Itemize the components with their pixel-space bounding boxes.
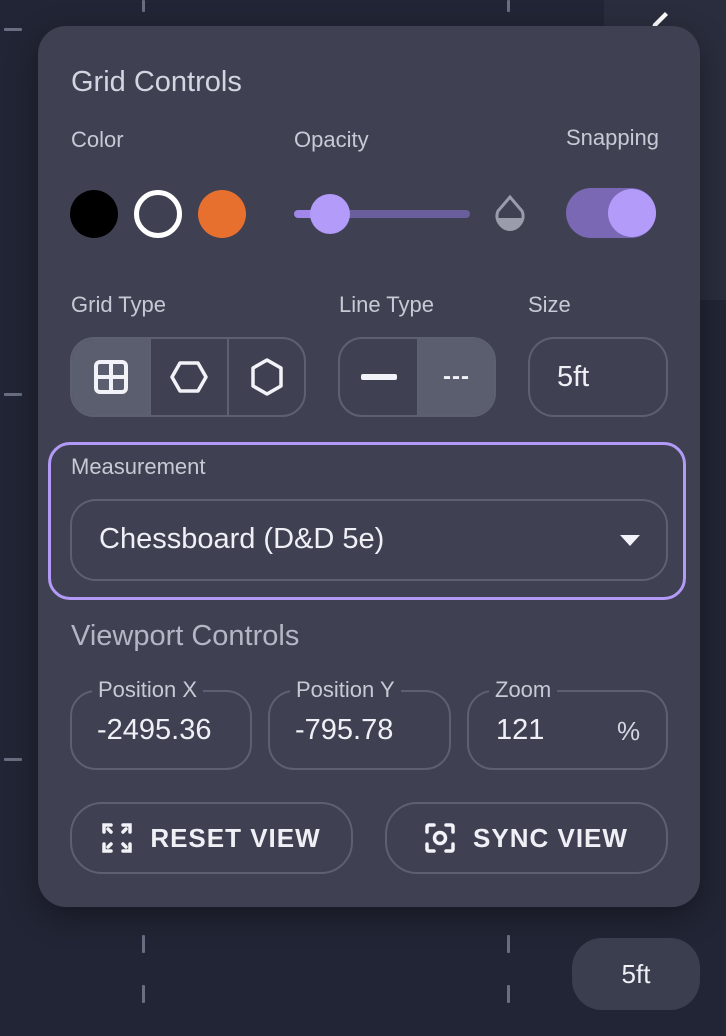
grid-type-selector bbox=[70, 337, 306, 417]
zoom-value: 121 bbox=[496, 714, 545, 746]
opacity-icon bbox=[495, 194, 525, 231]
line-type-solid-button[interactable] bbox=[340, 339, 419, 415]
position-x-label: Position X bbox=[92, 678, 204, 702]
snapping-toggle-thumb[interactable] bbox=[608, 189, 656, 237]
color-swatch-orange[interactable] bbox=[198, 190, 246, 238]
position-x-field[interactable]: -2495.36 bbox=[70, 690, 252, 770]
dashed-line-icon: --- bbox=[443, 363, 470, 390]
grid-size-badge[interactable]: 5ft bbox=[572, 938, 700, 1010]
grid-tick bbox=[142, 985, 145, 1003]
hex-horizontal-icon bbox=[170, 361, 208, 393]
zoom-field[interactable]: 121 % bbox=[467, 690, 668, 770]
snapping-label: Snapping bbox=[566, 125, 659, 150]
zoom-label: Zoom bbox=[489, 678, 558, 702]
grid-tick bbox=[4, 393, 22, 396]
grid-tick bbox=[4, 758, 22, 761]
grid-type-hex-horizontal-button[interactable] bbox=[151, 339, 229, 415]
size-value: 5ft bbox=[557, 361, 590, 393]
square-grid-icon bbox=[93, 360, 128, 394]
measurement-select[interactable]: Chessboard (D&D 5e) bbox=[70, 499, 668, 581]
grid-tick bbox=[507, 0, 510, 12]
line-type-label: Line Type bbox=[339, 292, 435, 317]
fullscreen-icon bbox=[102, 823, 133, 853]
color-swatch-black[interactable] bbox=[70, 190, 118, 238]
size-input[interactable]: 5ft bbox=[528, 337, 668, 417]
grid-tick bbox=[142, 935, 145, 953]
grid-tick bbox=[507, 935, 510, 953]
grid-type-square-button[interactable] bbox=[72, 339, 151, 415]
grid-tick bbox=[4, 28, 22, 31]
canvas-background: Grid Controls Color Opacity Snapping Gri… bbox=[0, 0, 726, 1036]
position-y-field[interactable]: -795.78 bbox=[268, 690, 451, 770]
reset-view-label: RESET VIEW bbox=[150, 822, 321, 853]
grid-type-label: Grid Type bbox=[71, 292, 166, 317]
size-label: Size bbox=[528, 292, 571, 317]
sync-view-label: SYNC VIEW bbox=[473, 822, 628, 853]
grid-tick bbox=[507, 985, 510, 1003]
position-x-value: -2495.36 bbox=[97, 714, 212, 746]
grid-controls-panel: Grid Controls Color Opacity Snapping Gri… bbox=[38, 26, 700, 907]
grid-controls-title: Grid Controls bbox=[71, 66, 242, 98]
position-y-value: -795.78 bbox=[295, 714, 394, 746]
grid-size-badge-label: 5ft bbox=[621, 958, 651, 989]
zoom-unit: % bbox=[617, 716, 641, 746]
line-type-dashed-button[interactable]: --- bbox=[419, 339, 494, 415]
chevron-down-icon bbox=[620, 535, 640, 546]
opacity-slider-thumb[interactable] bbox=[310, 194, 350, 234]
hex-vertical-icon bbox=[250, 358, 283, 396]
viewport-controls-title: Viewport Controls bbox=[71, 620, 300, 652]
solid-line-icon bbox=[360, 374, 397, 380]
color-label: Color bbox=[71, 127, 124, 152]
position-y-label: Position Y bbox=[290, 678, 401, 702]
line-type-selector: --- bbox=[338, 337, 496, 417]
opacity-label: Opacity bbox=[294, 127, 369, 152]
focus-camera-icon bbox=[425, 823, 455, 853]
reset-view-button[interactable]: RESET VIEW bbox=[70, 802, 353, 874]
measurement-value: Chessboard (D&D 5e) bbox=[99, 523, 385, 555]
grid-type-hex-vertical-button[interactable] bbox=[229, 339, 304, 415]
color-swatch-white[interactable] bbox=[134, 190, 182, 238]
measurement-label: Measurement bbox=[71, 454, 206, 479]
sync-view-button[interactable]: SYNC VIEW bbox=[385, 802, 668, 874]
grid-tick bbox=[142, 0, 145, 12]
